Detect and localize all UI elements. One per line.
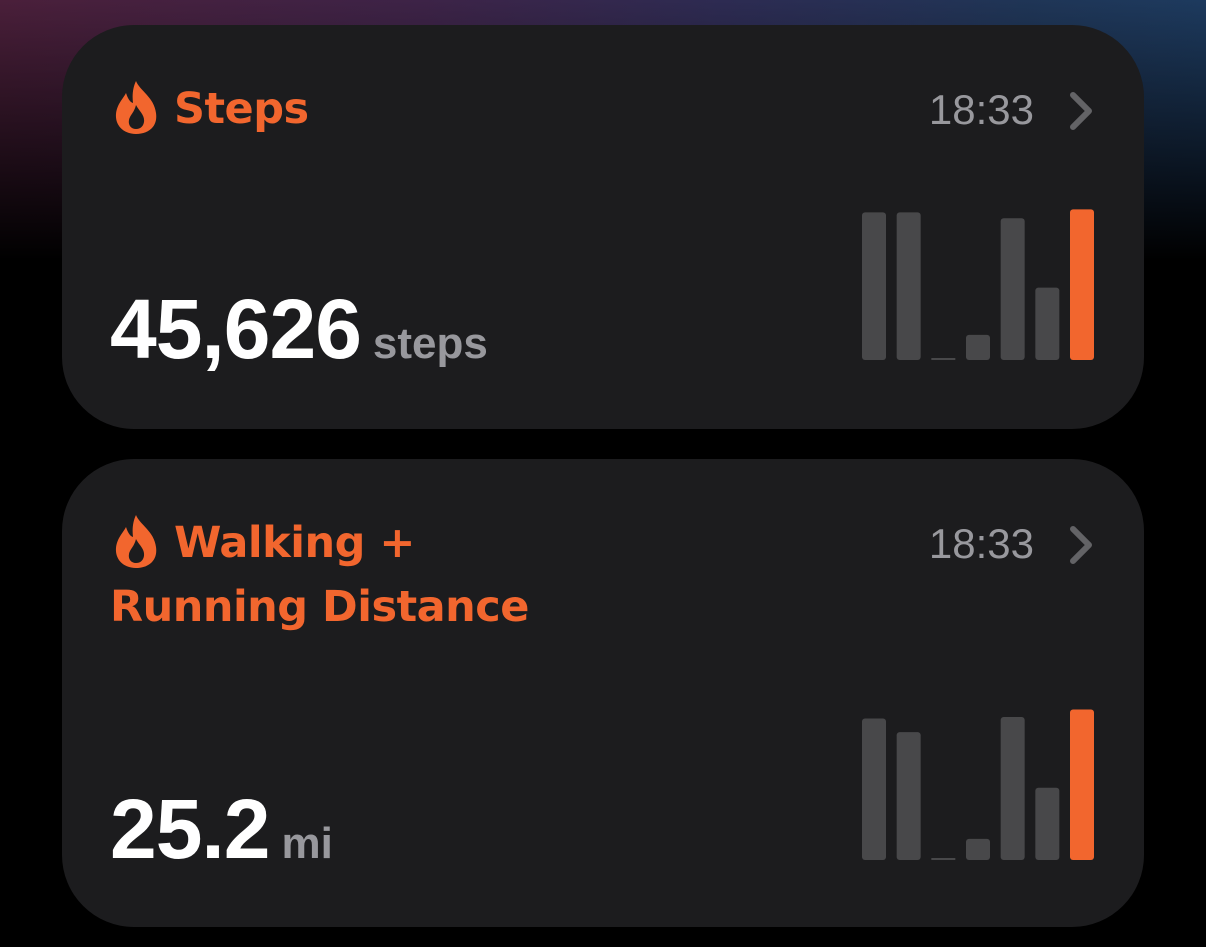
value-row: 25.2 mi <box>110 787 333 871</box>
chevron-right-icon[interactable] <box>1068 91 1094 131</box>
value-row: 45,626 steps <box>110 287 488 371</box>
flame-icon <box>115 515 157 568</box>
chart-bar <box>1035 787 1060 860</box>
chart-bar <box>966 334 990 360</box>
steps-value: 45,626 <box>110 282 362 376</box>
chart-bar-current <box>1070 209 1094 360</box>
card-title-line1: Walking + <box>174 518 415 568</box>
chart-bar-empty <box>931 858 956 860</box>
chart-bar-current <box>1070 709 1094 860</box>
timestamp: 18:33 <box>928 520 1034 567</box>
chart-bar <box>966 838 990 860</box>
chart-bar <box>862 212 886 360</box>
chevron-right-icon[interactable] <box>1068 525 1094 565</box>
chart-bar <box>1035 287 1060 360</box>
chart-bar <box>896 212 921 360</box>
card-header: Walking + Running Distance <box>110 511 529 632</box>
chart-bar <box>862 718 886 860</box>
distance-unit: mi <box>281 819 333 868</box>
distance-bar-chart <box>862 709 1094 860</box>
steps-card[interactable]: Steps 18:33 45,626 steps <box>62 25 1144 429</box>
steps-unit: steps <box>372 319 488 368</box>
card-title: Steps <box>174 84 309 134</box>
steps-bar-chart <box>862 209 1094 360</box>
timestamp: 18:33 <box>928 86 1034 133</box>
chart-bar-empty <box>931 358 956 360</box>
distance-value: 25.2 <box>110 782 270 876</box>
chart-bar <box>1000 717 1025 860</box>
chart-bar <box>896 732 921 860</box>
card-header: Steps <box>110 77 309 141</box>
flame-icon <box>115 81 157 134</box>
distance-card[interactable]: Walking + Running Distance 18:33 25.2 mi <box>62 459 1144 927</box>
card-title: Walking + Running Distance <box>110 511 529 632</box>
chart-bar <box>1000 218 1025 360</box>
card-title-line2: Running Distance <box>110 582 529 632</box>
